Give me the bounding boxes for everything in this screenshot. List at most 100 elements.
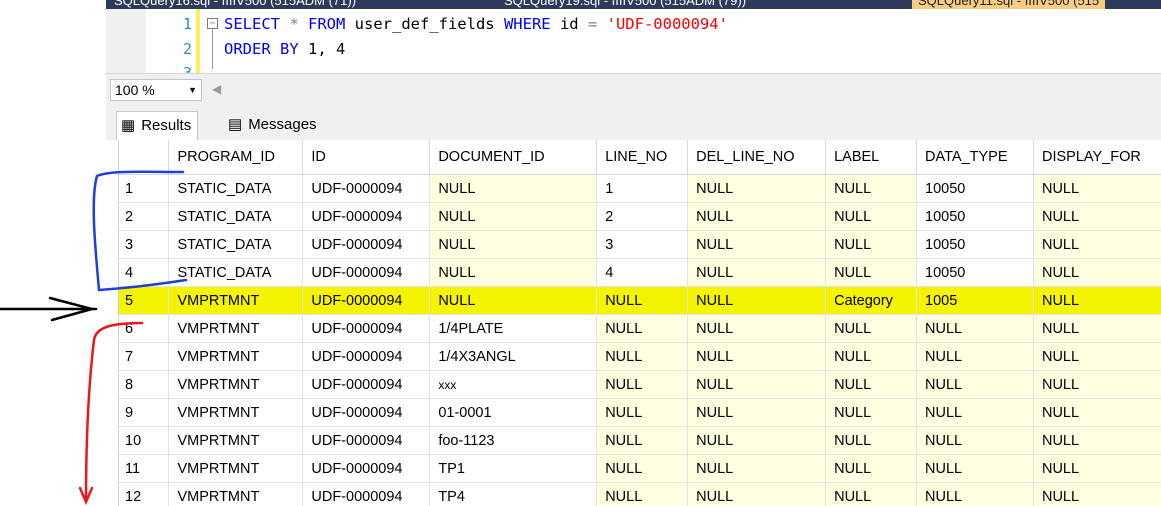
table-cell[interactable]: NULL: [429, 202, 598, 231]
table-cell[interactable]: NULL: [916, 398, 1034, 427]
table-cell[interactable]: 10050: [916, 174, 1034, 203]
table-cell[interactable]: UDF-0000094: [302, 398, 431, 427]
results-grid[interactable]: PROGRAM_ID ID DOCUMENT_ID LINE_NO DEL_LI…: [118, 140, 1161, 506]
table-cell[interactable]: NULL: [687, 258, 827, 287]
table-cell[interactable]: NULL: [429, 258, 598, 287]
table-cell[interactable]: NULL: [687, 230, 827, 259]
table-cell[interactable]: NULL: [1033, 230, 1161, 259]
table-cell[interactable]: NULL: [687, 426, 827, 455]
table-cell[interactable]: NULL: [596, 314, 689, 343]
table-cell[interactable]: NULL: [825, 426, 918, 455]
table-cell[interactable]: 01-0001: [429, 398, 598, 427]
table-cell[interactable]: STATIC_DATA: [168, 258, 304, 287]
table-cell[interactable]: NULL: [916, 482, 1034, 506]
table-row[interactable]: 1 STATIC_DATA UDF-0000094 NULL 1 NULL NULL 1005…: [119, 174, 1161, 203]
table-cell[interactable]: UDF-0000094: [302, 258, 431, 287]
table-cell[interactable]: TP4: [429, 482, 598, 506]
zoom-dropdown[interactable]: 100 % ▼: [110, 79, 202, 101]
table-cell[interactable]: 1: [596, 174, 689, 203]
table-cell[interactable]: NULL: [916, 314, 1034, 343]
table-cell[interactable]: VMPRTMNT: [168, 454, 304, 483]
table-cell[interactable]: 1005: [916, 286, 1034, 315]
column-header-data-type[interactable]: DATA_TYPE: [916, 140, 1034, 175]
table-row[interactable]: 7 VMPRTMNT UDF-0000094 1/4X3ANGL NULL NULL NUL…: [119, 342, 1161, 371]
row-number[interactable]: 12: [119, 482, 170, 506]
table-cell[interactable]: NULL: [1033, 342, 1161, 371]
table-cell[interactable]: NULL: [916, 454, 1034, 483]
table-cell[interactable]: NULL: [687, 342, 827, 371]
table-cell[interactable]: 1/4X3ANGL: [429, 342, 598, 371]
table-cell[interactable]: NULL: [687, 454, 827, 483]
table-cell[interactable]: VMPRTMNT: [168, 426, 304, 455]
row-number[interactable]: 8: [119, 370, 170, 399]
table-cell[interactable]: UDF-0000094: [302, 482, 431, 506]
table-cell[interactable]: STATIC_DATA: [168, 202, 304, 231]
table-cell[interactable]: VMPRTMNT: [168, 286, 304, 315]
column-header-line-no[interactable]: LINE_NO: [596, 140, 689, 175]
table-cell[interactable]: UDF-0000094: [302, 370, 431, 399]
table-cell[interactable]: NULL: [825, 342, 918, 371]
table-cell[interactable]: NULL: [596, 482, 689, 506]
table-cell[interactable]: VMPRTMNT: [168, 314, 304, 343]
table-cell[interactable]: NULL: [1033, 286, 1161, 315]
table-cell[interactable]: 10050: [916, 202, 1034, 231]
row-number[interactable]: 1: [119, 174, 170, 203]
column-header-label[interactable]: LABEL: [825, 140, 918, 175]
row-number[interactable]: 9: [119, 398, 170, 427]
table-cell[interactable]: NULL: [596, 398, 689, 427]
table-cell[interactable]: NULL: [596, 342, 689, 371]
table-cell[interactable]: NULL: [429, 230, 598, 259]
table-cell[interactable]: 3: [596, 230, 689, 259]
table-cell[interactable]: NULL: [825, 258, 918, 287]
scroll-left-icon[interactable]: ◀: [212, 82, 221, 96]
table-cell[interactable]: NULL: [1033, 398, 1161, 427]
table-row[interactable]: 5 VMPRTMNT UDF-0000094 NULL NULL NULL Category…: [119, 286, 1161, 315]
table-cell[interactable]: TP1: [429, 454, 598, 483]
table-cell[interactable]: UDF-0000094: [302, 314, 431, 343]
document-tab-1[interactable]: SQLQuery16.sql - IIIIV500 (515ADM (71)): [114, 0, 356, 9]
table-cell[interactable]: VMPRTMNT: [168, 482, 304, 506]
table-cell[interactable]: NULL: [687, 174, 827, 203]
table-cell[interactable]: NULL: [596, 426, 689, 455]
table-cell[interactable]: NULL: [687, 314, 827, 343]
row-number[interactable]: 4: [119, 258, 170, 287]
table-cell[interactable]: NULL: [1033, 482, 1161, 506]
table-cell[interactable]: NULL: [687, 370, 827, 399]
table-cell[interactable]: NULL: [596, 370, 689, 399]
query-editor[interactable]: 1 2 3 − SELECT * FROM user_def_fields WH…: [106, 9, 1161, 73]
tab-messages[interactable]: ▤ Messages: [224, 111, 323, 139]
table-cell[interactable]: NULL: [1033, 202, 1161, 231]
table-cell[interactable]: NULL: [825, 202, 918, 231]
table-cell[interactable]: NULL: [1033, 454, 1161, 483]
table-cell[interactable]: NULL: [687, 398, 827, 427]
table-cell[interactable]: NULL: [825, 454, 918, 483]
table-cell[interactable]: NULL: [1033, 174, 1161, 203]
table-row[interactable]: 6 VMPRTMNT UDF-0000094 1/4PLATE NULL NULL NULL…: [119, 314, 1161, 343]
table-row[interactable]: 2 STATIC_DATA UDF-0000094 NULL 2 NULL NULL 1005…: [119, 202, 1161, 231]
row-number[interactable]: 10: [119, 426, 170, 455]
table-row[interactable]: 3 STATIC_DATA UDF-0000094 NULL 3 NULL NULL 1005…: [119, 230, 1161, 259]
row-number[interactable]: 6: [119, 314, 170, 343]
table-cell[interactable]: STATIC_DATA: [168, 174, 304, 203]
table-cell[interactable]: NULL: [916, 342, 1034, 371]
row-number[interactable]: 7: [119, 342, 170, 371]
table-cell[interactable]: NULL: [1033, 426, 1161, 455]
document-tab-active[interactable]: SQLQuery11.sql - IIIIV500 (515: [912, 0, 1106, 9]
table-row[interactable]: 8 VMPRTMNT UDF-0000094 xxx NULL NULL NULL NULL N…: [119, 370, 1161, 399]
table-cell[interactable]: 2: [596, 202, 689, 231]
table-cell[interactable]: NULL: [596, 286, 689, 315]
table-cell[interactable]: NULL: [825, 174, 918, 203]
row-number[interactable]: 5: [119, 286, 170, 315]
table-cell[interactable]: UDF-0000094: [302, 174, 431, 203]
row-number[interactable]: 3: [119, 230, 170, 259]
table-cell[interactable]: foo-1123: [429, 426, 598, 455]
table-cell[interactable]: NULL: [825, 398, 918, 427]
table-cell[interactable]: NULL: [687, 286, 827, 315]
table-row[interactable]: 9 VMPRTMNT UDF-0000094 01-0001 NULL NULL NULL N…: [119, 398, 1161, 427]
table-cell[interactable]: NULL: [687, 202, 827, 231]
table-cell[interactable]: 10050: [916, 230, 1034, 259]
table-cell[interactable]: UDF-0000094: [302, 202, 431, 231]
table-cell[interactable]: UDF-0000094: [302, 454, 431, 483]
table-cell[interactable]: 1/4PLATE: [429, 314, 598, 343]
table-cell[interactable]: UDF-0000094: [302, 230, 431, 259]
